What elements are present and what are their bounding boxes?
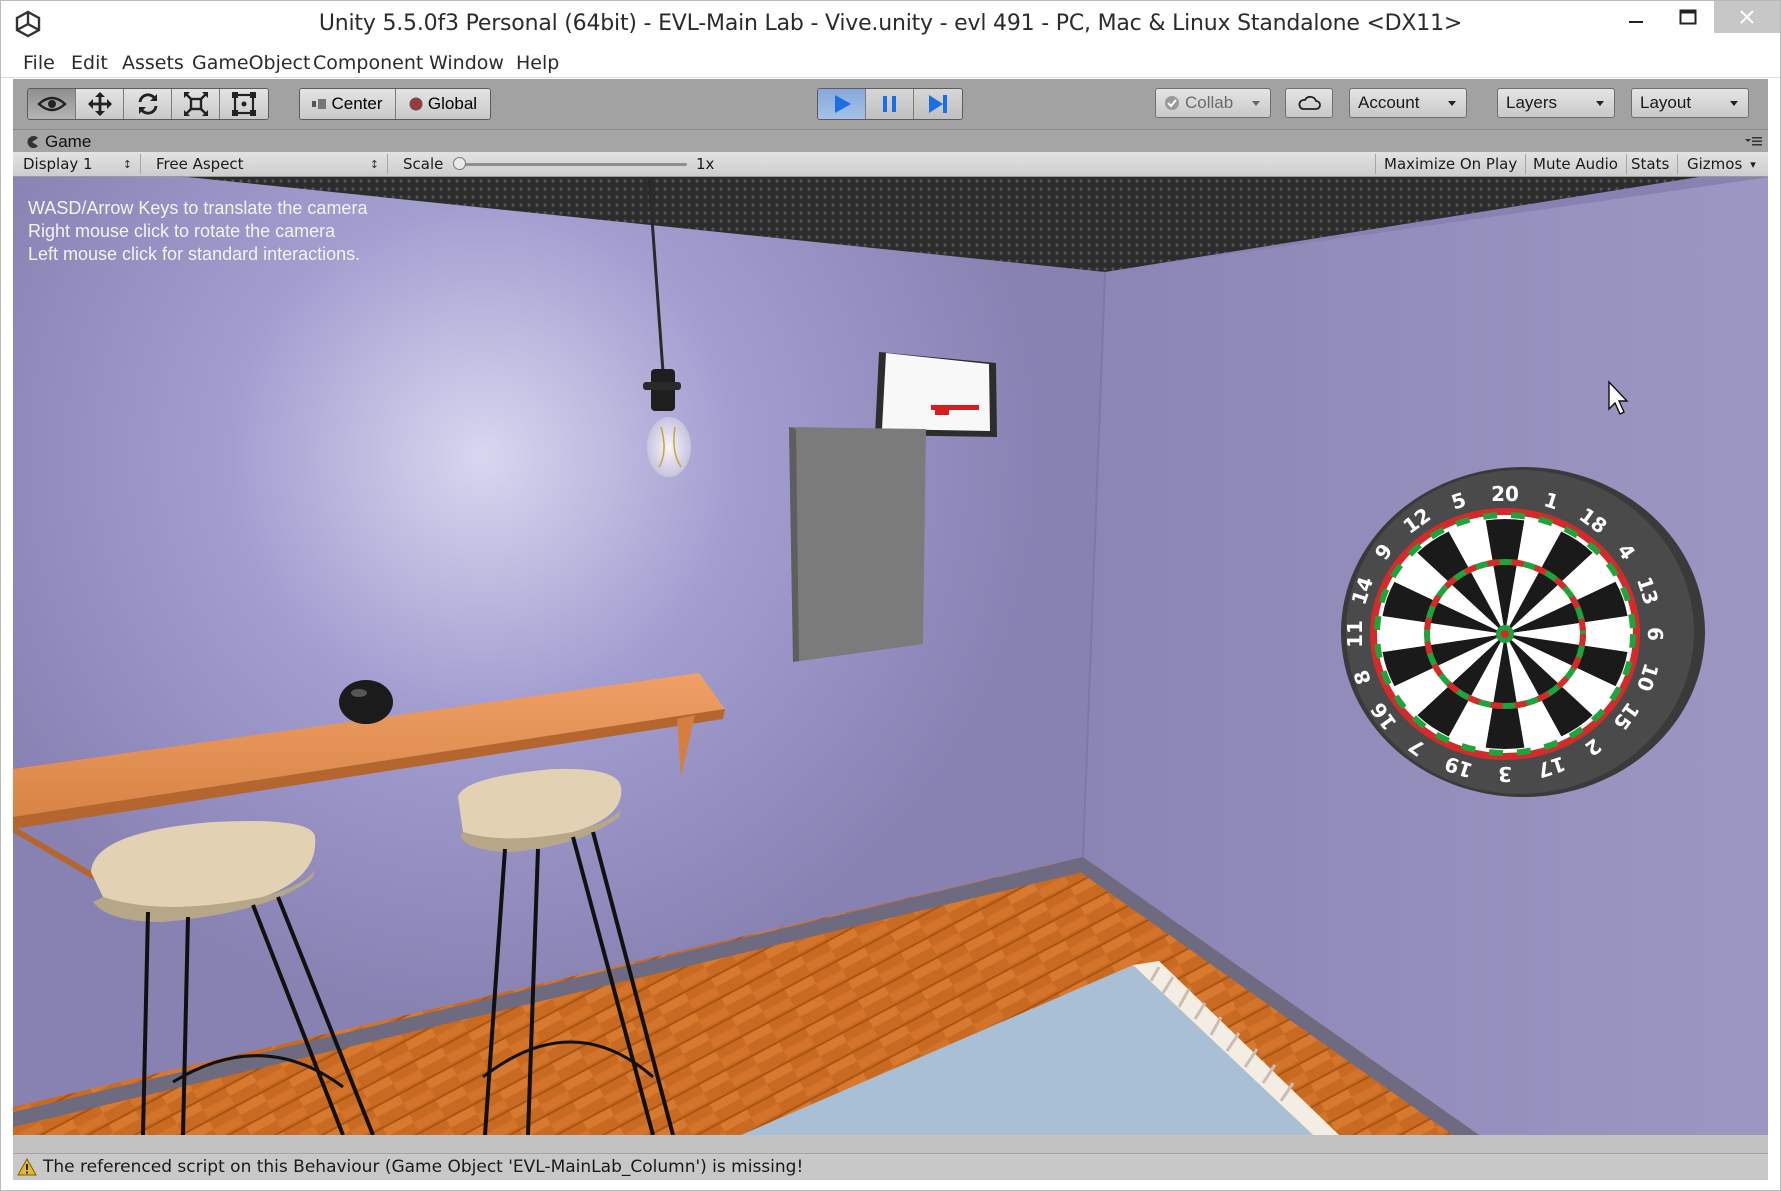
maximize-icon <box>1679 9 1697 25</box>
minimize-button[interactable] <box>1610 1 1662 33</box>
layers-label: Layers <box>1506 93 1558 112</box>
move-tool-button[interactable] <box>76 89 124 119</box>
game-viewport[interactable]: 20 1 18 4 13 6 10 15 2 17 3 19 7 16 8 11 14 9 12 5 WASD/Arr… <box>13 177 1768 1154</box>
gizmos-label: Gizmos <box>1687 155 1743 173</box>
game-view-toolbar: Display 1 ↕ Free Aspect ↕ Scale 1x Maxim… <box>13 152 1768 177</box>
play-button[interactable] <box>818 89 866 119</box>
pause-button[interactable] <box>866 89 914 119</box>
scene-render: 20 11841361015217319716811149125 <box>13 177 1768 1135</box>
controls-hint: WASD/Arrow Keys to translate the camera … <box>28 197 367 266</box>
display-dropdown[interactable]: Display 1 ↕ <box>15 154 141 174</box>
minimize-icon <box>1629 21 1643 23</box>
status-message: The referenced script on this Behaviour … <box>43 1157 804 1177</box>
layout-label: Layout <box>1640 93 1692 112</box>
rotate-icon <box>138 93 157 115</box>
unity-window: Unity 5.5.0f3 Personal (64bit) - EVL-Mai… <box>0 0 1781 1191</box>
pause-icon <box>882 96 896 112</box>
space-label: Global <box>427 94 478 113</box>
stats-label: Stats <box>1631 155 1670 173</box>
pivot-label: Center <box>331 94 383 113</box>
pivot-global-button[interactable]: Global <box>396 89 490 119</box>
scale-icon <box>183 92 208 116</box>
window-title: Unity 5.5.0f3 Personal (64bit) - EVL-Mai… <box>318 11 1463 36</box>
scale-label-wrap: Scale <box>395 154 455 174</box>
menu-component[interactable]: Component <box>313 52 423 74</box>
gizmos-toggle[interactable]: Gizmos ▾ <box>1679 154 1764 174</box>
scale-slider-handle[interactable] <box>453 157 466 170</box>
cloud-icon <box>1298 95 1321 110</box>
display-label: Display 1 <box>23 155 93 173</box>
aspect-dropdown[interactable]: Free Aspect ↕ <box>148 154 388 174</box>
title-bar: Unity 5.5.0f3 Personal (64bit) - EVL-Mai… <box>1 1 1780 47</box>
mute-audio-toggle[interactable]: Mute Audio <box>1525 154 1627 174</box>
hint-line: Right mouse click to rotate the camera <box>28 221 336 241</box>
menu-edit[interactable]: Edit <box>71 52 108 74</box>
view-tool-button[interactable] <box>28 89 76 119</box>
maximize-on-play-toggle[interactable]: Maximize On Play <box>1375 154 1527 174</box>
globe-icon <box>409 97 423 111</box>
dartboard-number: 3 <box>1498 762 1512 786</box>
mute-audio-label: Mute Audio <box>1533 155 1618 173</box>
close-button[interactable] <box>1714 1 1780 33</box>
move-arrows-icon <box>87 92 112 116</box>
game-panel: Game Display 1 ↕ Free Aspect ↕ Scale 1x … <box>13 130 1768 1180</box>
panel-menu-icon[interactable] <box>1744 136 1762 146</box>
tab-game-label: Game <box>45 132 92 151</box>
play-icon <box>834 95 851 113</box>
dartboard-number: 11 <box>1343 620 1367 648</box>
stats-toggle[interactable]: Stats <box>1623 154 1679 174</box>
menu-help[interactable]: Help <box>516 52 559 74</box>
eye-icon <box>36 96 67 112</box>
scale-slider-track[interactable] <box>461 163 687 166</box>
maximize-on-play-label: Maximize On Play <box>1384 155 1518 173</box>
collab-label: Collab <box>1185 93 1234 112</box>
close-icon <box>1740 10 1754 24</box>
aspect-label: Free Aspect <box>156 155 244 173</box>
hint-line: Left mouse click for standard interactio… <box>28 244 361 264</box>
panel-tab-row: Game <box>13 130 1768 152</box>
rotate-tool-button[interactable] <box>124 89 172 119</box>
layers-dropdown[interactable]: Layers <box>1497 88 1615 118</box>
scale-tool-button[interactable] <box>172 89 220 119</box>
updown-icon: ↕ <box>122 157 132 171</box>
menu-assets[interactable]: Assets <box>122 52 184 74</box>
menu-bar: File Edit Assets GameObject Component Wi… <box>1 47 1780 78</box>
dartboard: 20 11841361015217319716811149125 <box>1341 467 1705 797</box>
warning-icon <box>17 1158 37 1176</box>
cloud-button[interactable] <box>1285 88 1333 118</box>
rect-tool-button[interactable] <box>220 89 268 119</box>
step-button[interactable] <box>914 89 962 119</box>
check-icon <box>1165 96 1179 110</box>
gizmos-caret-icon[interactable]: ▾ <box>1750 158 1756 171</box>
tab-game[interactable]: Game <box>25 132 91 152</box>
transform-tools <box>27 88 269 120</box>
dartboard-number: 20 <box>1491 482 1519 506</box>
hint-line: WASD/Arrow Keys to translate the camera <box>28 198 368 218</box>
updown-icon: ↕ <box>369 157 379 171</box>
scale-value-wrap: 1x <box>688 154 728 174</box>
main-toolbar: Center Global Collab Account Layers Layo… <box>13 79 1768 130</box>
pivot-center-button[interactable]: Center <box>300 89 396 119</box>
menu-file[interactable]: File <box>23 52 55 74</box>
collab-dropdown[interactable]: Collab <box>1155 88 1271 118</box>
pacman-icon <box>27 136 38 148</box>
console-status-bar[interactable]: The referenced script on this Behaviour … <box>13 1153 1768 1180</box>
pivot-icon <box>312 99 327 109</box>
rect-transform-icon <box>232 92 256 116</box>
pivot-toggles: Center Global <box>299 88 491 120</box>
playmode-controls <box>817 88 963 120</box>
maximize-button[interactable] <box>1662 1 1714 33</box>
scale-label: Scale <box>403 155 444 173</box>
account-dropdown[interactable]: Account <box>1349 88 1467 118</box>
layout-dropdown[interactable]: Layout <box>1631 88 1749 118</box>
dartboard-number: 6 <box>1643 627 1667 641</box>
menu-window[interactable]: Window <box>429 52 504 74</box>
step-icon <box>929 95 947 113</box>
account-label: Account <box>1358 93 1420 112</box>
scale-value: 1x <box>696 155 715 173</box>
menu-gameobject[interactable]: GameObject <box>192 52 310 74</box>
